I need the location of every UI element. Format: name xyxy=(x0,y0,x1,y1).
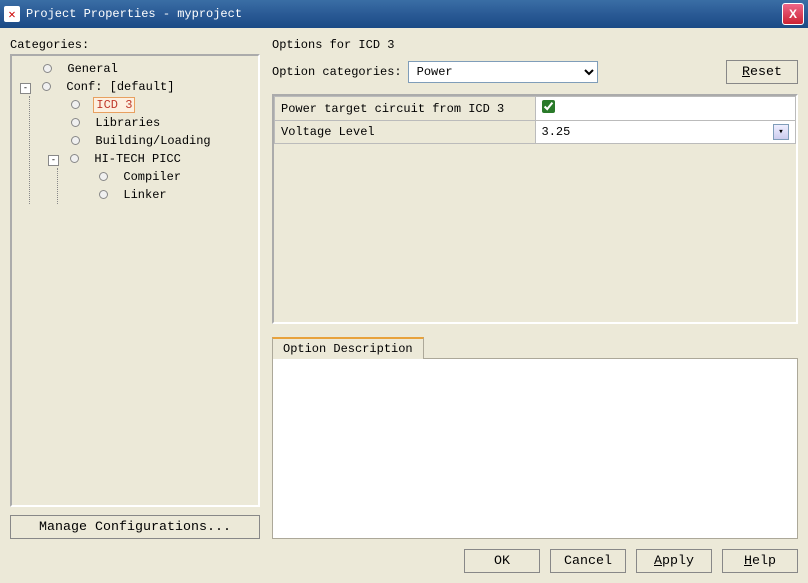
option-label: Power target circuit from ICD 3 xyxy=(275,97,536,121)
right-panel: Options for ICD 3 Option categories: Pow… xyxy=(272,38,798,539)
chevron-down-icon[interactable]: ▾ xyxy=(773,124,789,140)
bullet-icon xyxy=(99,172,108,181)
main-area: Categories: General - Conf: [default] xyxy=(10,38,798,539)
option-row-power-target: Power target circuit from ICD 3 xyxy=(275,97,796,121)
option-description-box xyxy=(272,358,798,539)
option-description-area: Option Description xyxy=(272,336,798,539)
tree-node-compiler[interactable]: Compiler xyxy=(121,170,183,184)
collapse-icon[interactable]: - xyxy=(48,155,59,166)
tree-node-libraries[interactable]: Libraries xyxy=(93,116,162,130)
close-button[interactable]: X xyxy=(782,3,804,25)
bullet-icon xyxy=(99,190,108,199)
ok-button[interactable]: OK xyxy=(464,549,540,573)
manage-configurations-button[interactable]: Manage Configurations... xyxy=(10,515,260,539)
options-for-label: Options for ICD 3 xyxy=(272,38,798,52)
bullet-icon xyxy=(71,136,80,145)
option-label: Voltage Level xyxy=(275,121,536,144)
tree-node-general[interactable]: General xyxy=(65,62,119,76)
option-categories-label: Option categories: xyxy=(272,65,402,79)
app-icon: ✕ xyxy=(4,6,20,22)
tree-node-linker[interactable]: Linker xyxy=(121,188,168,202)
left-panel: Categories: General - Conf: [default] xyxy=(10,38,260,539)
reset-button[interactable]: Reset xyxy=(726,60,798,84)
tab-option-description[interactable]: Option Description xyxy=(272,337,424,359)
cancel-button[interactable]: Cancel xyxy=(550,549,626,573)
bullet-icon xyxy=(71,100,80,109)
tree-node-conf[interactable]: Conf: [default] xyxy=(64,80,176,94)
categories-tree[interactable]: General - Conf: [default] ICD 3 xyxy=(10,54,260,507)
apply-button[interactable]: Apply xyxy=(636,549,712,573)
bullet-icon xyxy=(42,82,51,91)
categories-label: Categories: xyxy=(10,38,260,52)
tree-node-hitech[interactable]: HI-TECH PICC xyxy=(92,152,182,166)
window-title: Project Properties - myproject xyxy=(26,7,782,21)
power-target-checkbox[interactable] xyxy=(542,100,555,113)
help-button[interactable]: Help xyxy=(722,549,798,573)
tab-strip: Option Description xyxy=(272,336,798,358)
options-table: Power target circuit from ICD 3 Voltage … xyxy=(272,94,798,324)
window-body: Categories: General - Conf: [default] xyxy=(0,28,808,583)
close-icon: X xyxy=(789,7,797,21)
dialog-button-row: OK Cancel Apply Help xyxy=(10,539,798,573)
bullet-icon xyxy=(71,118,80,127)
titlebar: ✕ Project Properties - myproject X xyxy=(0,0,808,28)
bullet-icon xyxy=(70,154,79,163)
bullet-icon xyxy=(43,64,52,73)
option-row-voltage: Voltage Level 3.25 ▾ xyxy=(275,121,796,144)
tree-node-building-loading[interactable]: Building/Loading xyxy=(93,134,212,148)
voltage-level-dropdown[interactable]: 3.25 ▾ xyxy=(542,124,790,140)
option-categories-select[interactable]: Power xyxy=(408,61,598,83)
collapse-icon[interactable]: - xyxy=(20,83,31,94)
option-categories-row: Option categories: Power Reset xyxy=(272,60,798,84)
tree-node-icd3[interactable]: ICD 3 xyxy=(93,97,135,113)
